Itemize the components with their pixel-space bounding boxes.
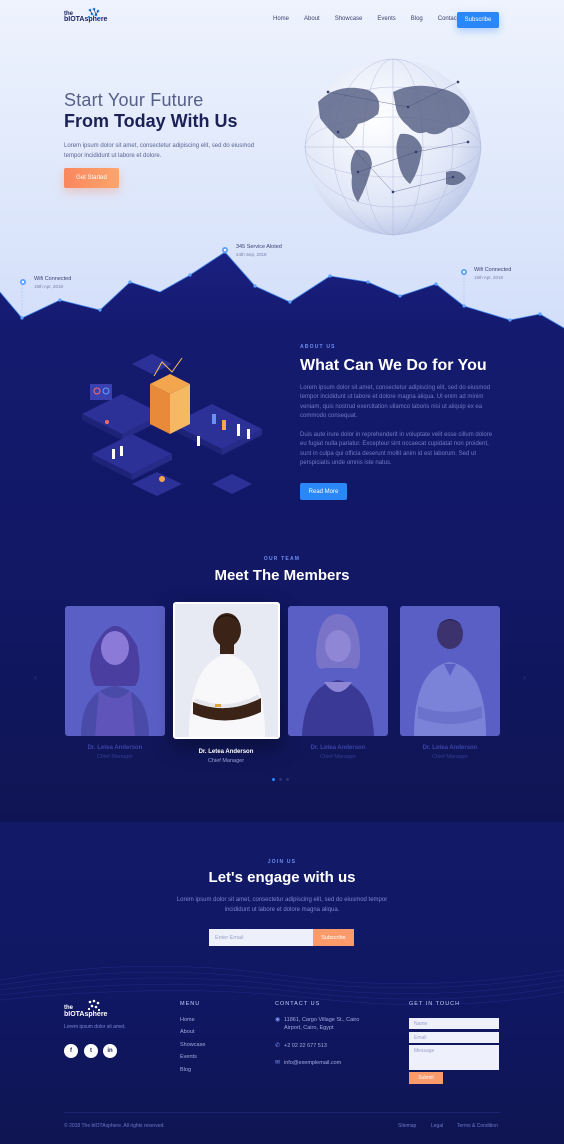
globe-icon <box>304 58 482 236</box>
hero-wave-graphic <box>0 250 564 330</box>
email-text[interactable]: info@exemplemail.com <box>284 1060 341 1066</box>
footer-contact-heading: CONTACT US <box>275 1001 321 1007</box>
nav-home[interactable]: Home <box>273 16 289 22</box>
footer-menu-heading: MENU <box>180 1001 201 1007</box>
join-title: Let's engage with us <box>208 869 356 886</box>
location-pin-icon <box>20 279 26 285</box>
read-more-button[interactable]: Read More <box>300 483 347 500</box>
hero-section: the bIOTAsphere Home About Showcase Even… <box>0 0 564 330</box>
member-name-4: Dr. Letea Anderson <box>422 745 478 751</box>
team-eyebrow: OUR TEAM <box>263 556 301 562</box>
footer-link-showcase[interactable]: Showcase <box>180 1042 205 1048</box>
nav-showcase[interactable]: Showcase <box>335 16 363 22</box>
hero-subtitle: Lorem ipsum dolor sit amet, consectetur … <box>64 143 255 159</box>
pin-label-service: 345 Service Aloted 24th Sep, 2018 <box>236 244 282 258</box>
contact-message-input[interactable] <box>409 1045 499 1070</box>
logo-mark-icon <box>87 7 101 20</box>
pin-title: 345 Service Aloted <box>236 244 282 250</box>
pin-label-wifi-1: Wifi Connected 15th Apr, 2018 <box>34 276 71 290</box>
twitter-icon[interactable]: t <box>84 1044 98 1058</box>
carousel-dot[interactable] <box>286 778 289 781</box>
carousel-dot[interactable] <box>279 778 282 781</box>
hero-title-line2: From Today With Us <box>64 111 238 131</box>
about-paragraph-2: Duis aute irure dolor in reprehenderit i… <box>300 432 493 466</box>
member-card-3[interactable] <box>288 606 388 736</box>
footer-phone: ✆ +2 02 22 677 513 <box>275 1042 327 1050</box>
nav-about[interactable]: About <box>304 16 320 22</box>
footer-terms-link[interactable]: Terms & Condition <box>457 1123 498 1129</box>
isometric-illustration <box>82 354 262 496</box>
newsletter-subscribe-button[interactable]: Subscribe <box>313 929 354 946</box>
footer-tagline: Lorem ipsum dolor sit amet. <box>64 1024 126 1030</box>
footer-legal-link[interactable]: Legal <box>431 1123 443 1129</box>
newsletter-email-input[interactable] <box>209 929 313 946</box>
address-line2: Airport, Cairo, Egypt <box>284 1025 334 1031</box>
member-card-2-active[interactable] <box>173 602 280 739</box>
main-nav: Home About Showcase Events Blog Contact <box>273 16 473 22</box>
team-title: Meet The Members <box>214 567 350 584</box>
member-name-2: Dr. Letea Anderson <box>198 749 254 755</box>
pin-date: 15th Apr, 2018 <box>474 275 504 280</box>
pin-date: 15th Apr, 2018 <box>34 284 64 289</box>
member-card-4[interactable] <box>400 606 500 736</box>
footer-link-events[interactable]: Events <box>180 1054 197 1060</box>
logo-mark-icon <box>87 999 101 1012</box>
carousel-dots <box>272 778 289 781</box>
member-photo <box>302 614 374 736</box>
join-eyebrow: JOIN US <box>267 859 297 865</box>
footer-link-blog[interactable]: Blog <box>180 1067 191 1073</box>
location-pin-icon <box>461 269 467 275</box>
get-started-button[interactable]: Get Started <box>64 168 119 188</box>
brand-logo[interactable]: the bIOTAsphere <box>64 7 112 29</box>
member-role-2: Chief Manager <box>207 758 245 764</box>
carousel-next-button[interactable]: › <box>523 672 526 682</box>
hero-title-line1: Start Your Future <box>64 90 204 110</box>
member-photo <box>81 626 149 736</box>
pin-title: Wifi Connected <box>34 276 72 282</box>
pin-date: 24th Sep, 2018 <box>236 252 267 257</box>
footer-touch-heading: GET IN TOUCH <box>409 1001 461 1007</box>
member-name-3: Dr. Letea Anderson <box>310 745 366 751</box>
footer-link-home[interactable]: Home <box>180 1017 195 1023</box>
contact-name-input[interactable] <box>409 1018 499 1029</box>
phone-text: +2 02 22 677 513 <box>284 1043 327 1049</box>
phone-icon: ✆ <box>275 1043 281 1049</box>
join-text: Lorem ipsum dolor sit amet, consectetur … <box>176 897 388 913</box>
carousel-prev-button[interactable]: ‹ <box>34 672 37 682</box>
location-pin-icon <box>222 247 228 253</box>
member-card-1[interactable] <box>65 606 165 736</box>
footer-logo[interactable]: the bIOTAsphere <box>64 999 107 1019</box>
contact-email-input[interactable] <box>409 1032 499 1043</box>
member-role-3: Chief Manager <box>319 754 357 760</box>
footer-address: ◉ 11861, Cargo Village St., Cairo Airport… <box>275 1016 359 1032</box>
member-role-4: Chief Manager <box>431 754 469 760</box>
carousel-dot[interactable] <box>272 778 275 781</box>
header-subscribe-button[interactable]: Subscribe <box>457 12 499 28</box>
pin-label-wifi-2: Wifi Connected 15th Apr, 2018 <box>474 267 511 281</box>
footer-link-about[interactable]: About <box>180 1029 194 1035</box>
about-eyebrow: ABOUT US <box>300 344 336 350</box>
copyright-text: © 2018 The bIOTAsphere. All rights reser… <box>64 1123 165 1129</box>
footer-divider <box>64 1112 500 1113</box>
facebook-icon[interactable]: f <box>64 1044 78 1058</box>
about-paragraph-1: Lorem ipsum dolor sit amet, consectetur … <box>300 385 491 419</box>
nav-events[interactable]: Events <box>377 16 395 22</box>
footer-email: ✉ info@exemplemail.com <box>275 1059 341 1067</box>
linkedin-icon[interactable]: in <box>103 1044 117 1058</box>
member-photo <box>414 619 486 736</box>
mail-icon: ✉ <box>275 1060 281 1066</box>
footer-sitemap-link[interactable]: Sitemap <box>398 1123 416 1129</box>
contact-submit-button[interactable]: Submit <box>409 1072 443 1084</box>
about-title: What Can We Do for You <box>300 357 487 374</box>
location-pin-icon: ◉ <box>275 1017 281 1023</box>
pin-title: Wifi Connected <box>474 267 512 273</box>
address-line1: 11861, Cargo Village St., Cairo <box>284 1017 360 1023</box>
member-photo <box>189 613 265 737</box>
member-role-1: Chief Manager <box>96 754 134 760</box>
member-name-1: Dr. Letea Anderson <box>87 745 143 751</box>
nav-blog[interactable]: Blog <box>411 16 423 22</box>
nav-contact[interactable]: Contact <box>438 16 459 22</box>
